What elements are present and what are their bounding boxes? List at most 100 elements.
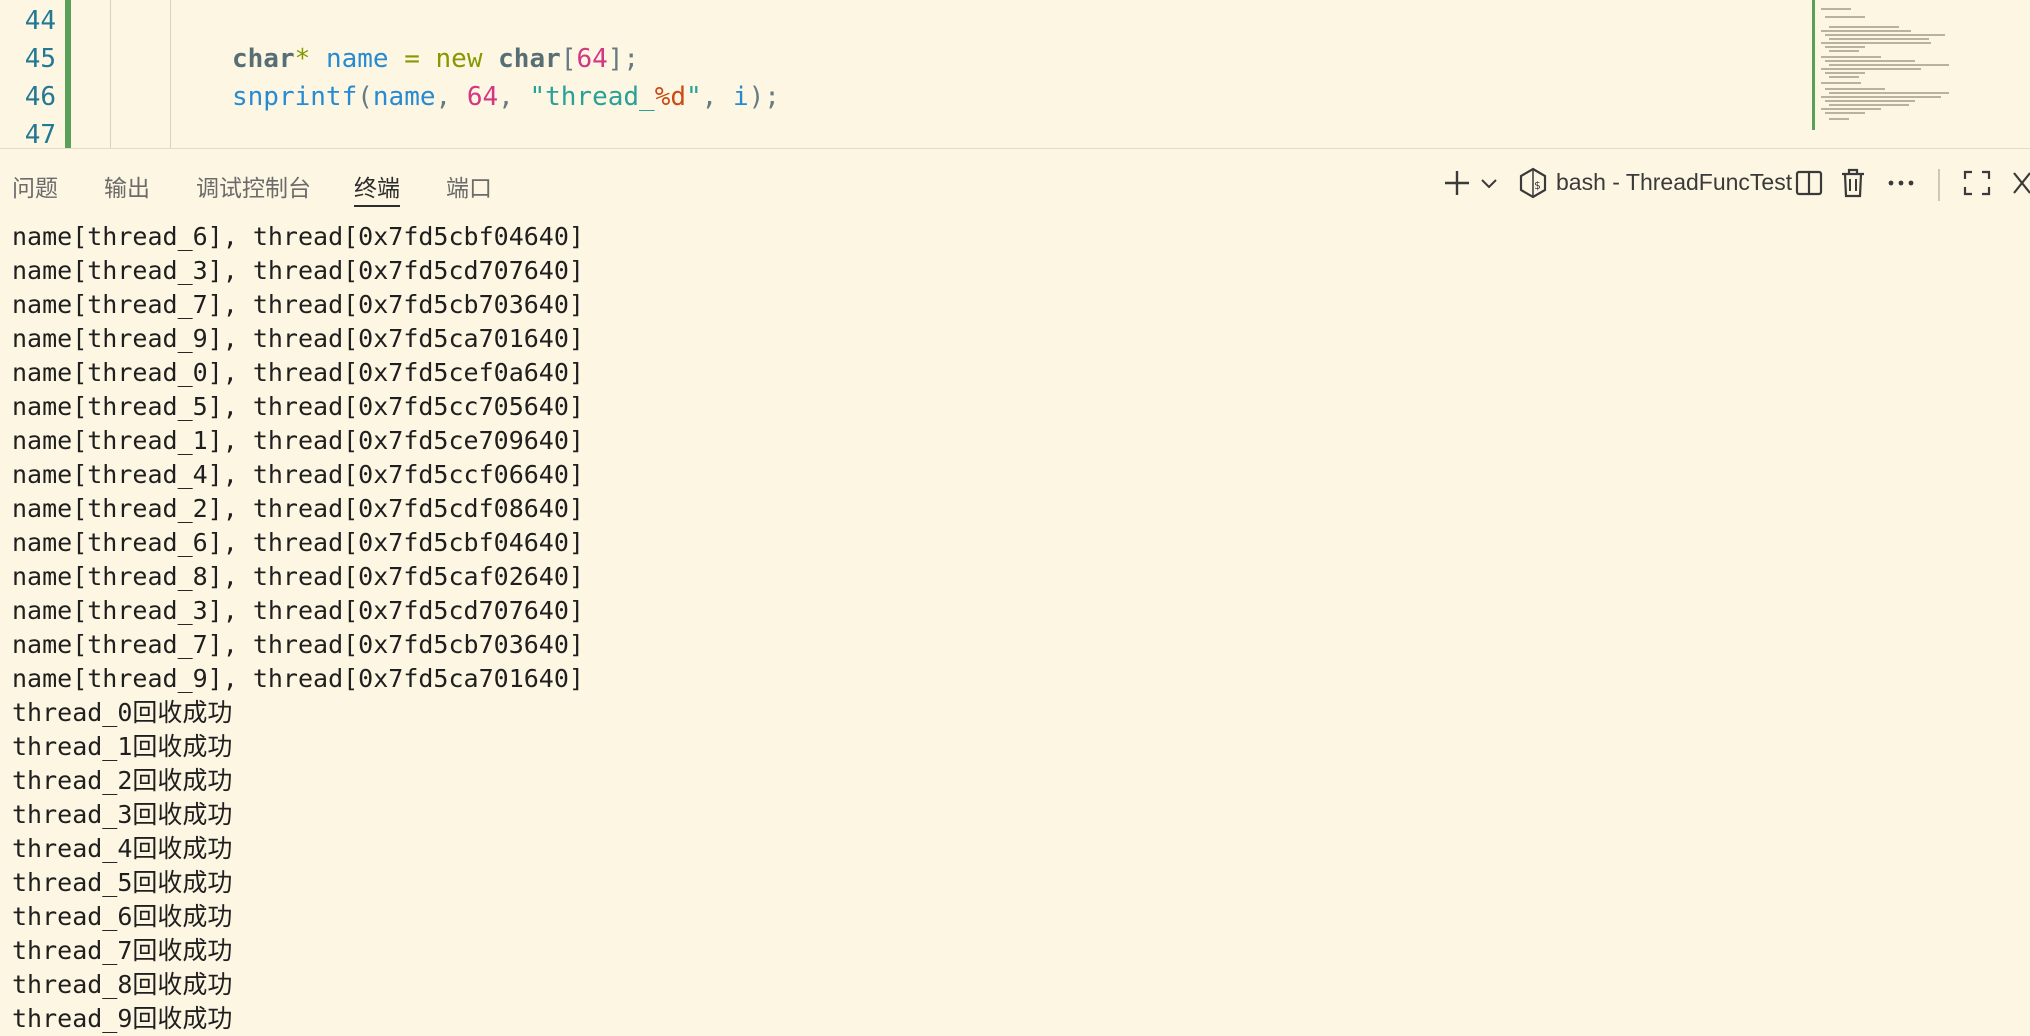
bash-shell-icon: $	[1518, 165, 1548, 201]
terminal-line: thread_9回收成功	[12, 1002, 232, 1036]
code-token: ,	[498, 82, 530, 112]
tab-output[interactable]: 输出	[104, 169, 150, 205]
minimap[interactable]	[1812, 0, 1965, 130]
tab-ports[interactable]: 端口	[446, 169, 492, 205]
minimap-line	[1829, 26, 1899, 28]
reclaim-message: 回收成功	[132, 800, 233, 829]
code-token: "	[686, 82, 702, 112]
thread-name: thread_2	[12, 766, 133, 795]
terminal-line: name[thread_9], thread[0x7fd5ca701640]	[12, 324, 584, 353]
code-token: char	[498, 44, 561, 74]
terminal-line: thread_1回收成功	[12, 730, 232, 764]
terminal-line: thread_7回收成功	[12, 934, 232, 968]
split-terminal-icon[interactable]	[1794, 165, 1824, 201]
thread-name: thread_3	[12, 800, 133, 829]
terminal-line: name[thread_2], thread[0x7fd5cdf08640]	[12, 494, 584, 523]
terminal-line: name[thread_7], thread[0x7fd5cb703640]	[12, 630, 584, 659]
line-number: 47	[24, 120, 56, 148]
tab-terminal[interactable]: 终端	[354, 169, 400, 207]
minimap-line	[1829, 118, 1849, 120]
code-line[interactable]: 45 char* name = new char[64];	[0, 40, 1800, 78]
minimap-line	[1821, 56, 1881, 58]
terminal-line: thread_2回收成功	[12, 764, 232, 798]
terminal-output[interactable]: name[thread_6], thread[0x7fd5cbf04640] na…	[0, 220, 2030, 1036]
more-actions-icon[interactable]	[1886, 165, 1916, 201]
reclaim-message: 回收成功	[132, 902, 233, 931]
code-text[interactable]: char* name = new char[64];	[232, 40, 639, 78]
code-token: ,	[435, 82, 467, 112]
reclaim-message: 回收成功	[132, 732, 233, 761]
terminal-line: name[thread_4], thread[0x7fd5ccf06640]	[12, 460, 584, 489]
code-token: %d	[654, 82, 686, 112]
code-token: ];	[607, 44, 640, 74]
terminal-line: thread_5回收成功	[12, 866, 232, 900]
code-token: char	[232, 44, 295, 74]
thread-name: thread_8	[12, 970, 133, 999]
code-line[interactable]: 47	[0, 116, 1800, 148]
terminal-title[interactable]: bash - ThreadFuncTest	[1556, 169, 1792, 196]
thread-name: thread_7	[12, 936, 133, 965]
minimap-line	[1825, 34, 1945, 36]
minimap-line	[1825, 88, 1885, 90]
code-token: [	[560, 44, 577, 74]
minimap-line	[1825, 16, 1865, 18]
code-token: "thread_	[529, 82, 655, 112]
panel-header: 问题 输出 调试控制台 终端 端口 $ bash - ThreadFuncTes…	[0, 149, 2030, 215]
terminal-line: name[thread_3], thread[0x7fd5cd707640]	[12, 596, 584, 625]
terminal-line: thread_3回收成功	[12, 798, 232, 832]
minimap-line	[1829, 38, 1929, 40]
close-panel-icon[interactable]	[2010, 165, 2030, 201]
thread-name: thread_6	[12, 902, 133, 931]
terminal-line: name[thread_3], thread[0x7fd5cd707640]	[12, 256, 584, 285]
reclaim-message: 回收成功	[132, 868, 233, 897]
minimap-line	[1821, 96, 1941, 98]
code-editor[interactable]: 44 45 char* name = new char[64]; 46 snprintf…	[0, 0, 2030, 148]
tab-debug-console[interactable]: 调试控制台	[196, 169, 311, 205]
minimap-line	[1825, 72, 1865, 74]
reclaim-message: 回收成功	[132, 936, 233, 965]
code-token: =	[388, 44, 436, 74]
reclaim-message: 回收成功	[132, 698, 233, 727]
terminal-line: thread_6回收成功	[12, 900, 232, 934]
terminal-line: name[thread_1], thread[0x7fd5ce709640]	[12, 426, 584, 455]
tab-problems[interactable]: 问题	[12, 169, 58, 205]
plus-icon[interactable]	[1442, 165, 1472, 201]
code-token: 64	[466, 82, 499, 112]
maximize-panel-icon[interactable]	[1962, 165, 1992, 201]
thread-name: thread_0	[12, 698, 133, 727]
terminal-line: name[thread_0], thread[0x7fd5cef0a640]	[12, 358, 584, 387]
terminal-line: name[thread_8], thread[0x7fd5caf02640]	[12, 562, 584, 591]
terminal-line: name[thread_6], thread[0x7fd5cbf04640]	[12, 222, 584, 251]
code-token: 64	[576, 44, 608, 74]
code-token: ,	[701, 82, 733, 112]
minimap-line	[1825, 112, 1865, 114]
minimap-line	[1821, 108, 1881, 110]
code-token: *	[294, 44, 326, 74]
minimap-line	[1829, 92, 1949, 94]
reclaim-message: 回收成功	[132, 834, 233, 863]
minimap-line	[1829, 76, 1859, 78]
line-number: 44	[24, 6, 56, 36]
reclaim-message: 回收成功	[132, 1004, 233, 1033]
terminal-line: name[thread_6], thread[0x7fd5cbf04640]	[12, 528, 584, 557]
code-token: new	[435, 44, 499, 74]
line-number: 46	[24, 82, 56, 112]
thread-name: thread_9	[12, 1004, 133, 1033]
minimap-line	[1825, 46, 1865, 48]
minimap-line	[1825, 100, 1915, 102]
code-token: name	[325, 44, 389, 74]
chevron-down-icon[interactable]	[1478, 165, 1500, 201]
svg-text:$: $	[1534, 179, 1541, 192]
code-token: (	[357, 82, 373, 112]
minimap-line	[1829, 50, 1859, 52]
reclaim-message: 回收成功	[132, 766, 233, 795]
minimap-line	[1829, 64, 1949, 66]
code-line[interactable]: 46 snprintf(name, 64, "thread_%d", i);	[0, 78, 1800, 116]
code-token: i	[732, 82, 749, 112]
code-token: snprintf	[232, 82, 358, 112]
reclaim-message: 回收成功	[132, 970, 233, 999]
minimap-line	[1821, 30, 1911, 32]
code-text[interactable]: snprintf(name, 64, "thread_%d", i);	[232, 78, 780, 116]
trash-icon[interactable]	[1838, 165, 1868, 201]
code-line[interactable]: 44	[0, 2, 1800, 40]
